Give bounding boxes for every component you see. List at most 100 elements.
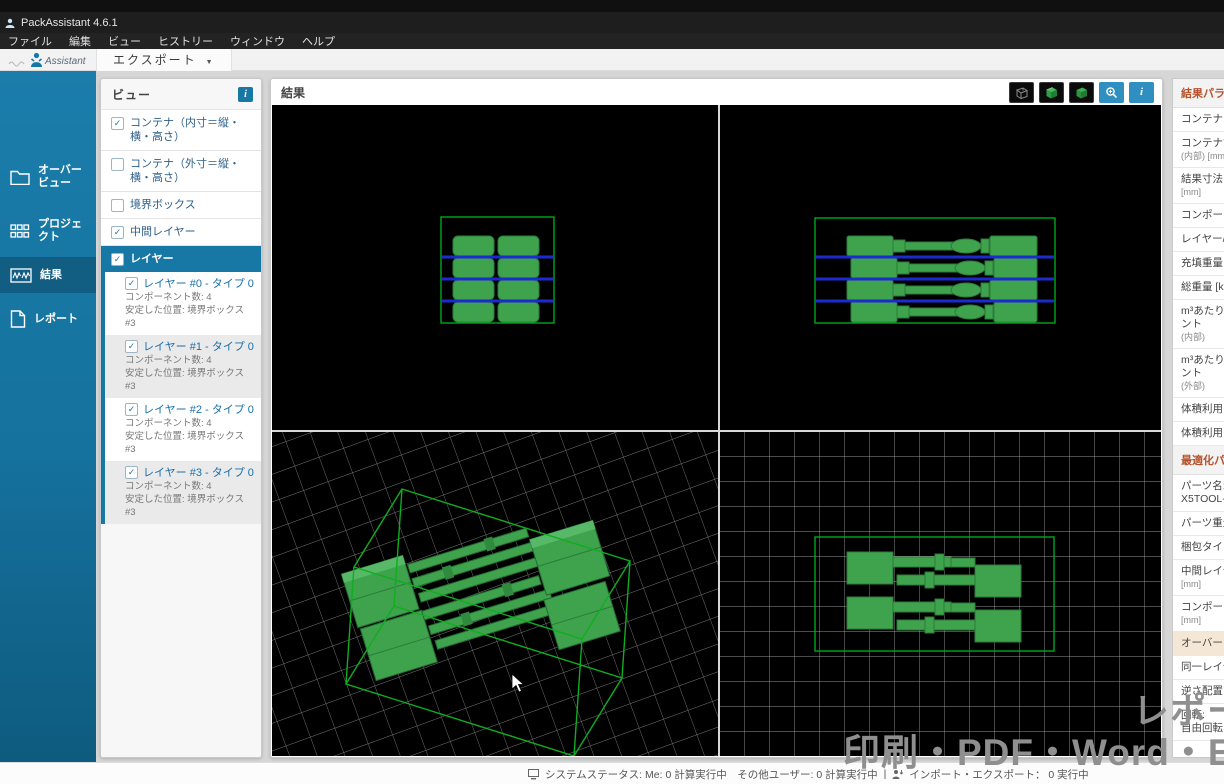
option-label: 中間レイヤー — [130, 226, 196, 238]
checkbox-checked[interactable] — [125, 403, 138, 416]
system-status-icon — [528, 768, 539, 779]
option-container-inner[interactable]: コンテナ（内寸＝縦・横・高さ） — [101, 109, 261, 150]
layer-components: コンポーネント数: 4 — [125, 355, 212, 366]
info-button[interactable]: i — [238, 86, 253, 102]
toolbar: Assistant エクスポート — [0, 48, 1224, 71]
layer-title: レイヤー #0 - タイプ 0 — [143, 278, 254, 290]
checkbox-checked[interactable] — [111, 226, 124, 239]
grid-icon — [10, 223, 30, 238]
menu-item-file[interactable]: ファイル — [8, 33, 52, 49]
app-logo: Assistant — [0, 52, 96, 67]
view-panel-header: ビュー i — [101, 79, 261, 109]
magnifier-icon — [1106, 86, 1118, 98]
menu-bar: ファイル 編集 ビュー ヒストリー ウィンドウ ヘルプ — [0, 33, 1224, 49]
status-bar: システムステータス: Me: 0 計算実行中 その他ユーザー: 0 計算実行中 … — [0, 762, 1224, 784]
viewport-side-view[interactable] — [719, 105, 1161, 430]
wireframe-view-button[interactable] — [1009, 81, 1034, 103]
layer-item-0[interactable]: レイヤー #0 - タイプ 0 コンポーネント数: 4 安定した位置: 境界ボッ… — [105, 272, 261, 335]
menu-item-history[interactable]: ヒストリー — [158, 33, 213, 49]
option-label: レイヤー — [130, 253, 174, 265]
viewport-divider-horizontal — [272, 430, 1161, 432]
results-header: 結果 i — [271, 79, 1162, 105]
results-parameters-header: 結果パラメータ — [1173, 79, 1224, 108]
layer-item-1[interactable]: レイヤー #1 - タイプ 0 コンポーネント数: 4 安定した位置: 境界ボッ… — [105, 335, 261, 398]
title-bar: PackAssistant 4.6.1 — [0, 12, 1224, 33]
sidebar-nav: オーバー ビュー プロジェ クト 結果 レポート — [0, 71, 96, 772]
layer-title: レイヤー #2 - タイプ 0 — [143, 404, 254, 416]
layer-item-2[interactable]: レイヤー #2 - タイプ 0 コンポーネント数: 4 安定した位置: 境界ボッ… — [105, 398, 261, 461]
import-export-user-icon — [892, 769, 904, 779]
status-system-text: システムステータス: Me: 0 計算実行中 その他ユーザー: 0 計算実行中 — [545, 768, 878, 781]
sidebar-label: 結果 — [40, 268, 62, 281]
param-row-layers-stacks: レイヤー/スタック — [1173, 228, 1224, 252]
option-label: コンテナ（外寸＝縦・横・高さ） — [130, 158, 240, 184]
checkbox-checked[interactable] — [125, 277, 138, 290]
sidebar-item-overview[interactable]: オーバー ビュー — [0, 155, 96, 199]
status-import-export-text: インポート・エクスポート： 0 実行中 — [909, 768, 1089, 781]
wireframe-cube-icon — [1015, 86, 1029, 99]
param-row-components-per-m3-outer: m³あたりのコンポーネント(外部) — [1173, 349, 1224, 398]
sidebar-item-report[interactable]: レポート — [0, 299, 96, 339]
results-title: 結果 — [281, 85, 306, 100]
opt-row-packing-type: 梱包タイプ — [1173, 536, 1224, 560]
viewport-info-button[interactable]: i — [1129, 81, 1154, 103]
option-container-outer[interactable]: コンテナ（外寸＝縦・横・高さ） — [101, 150, 261, 191]
viewport-perspective-view[interactable] — [272, 105, 1112, 756]
layer-list: レイヤー #0 - タイプ 0 コンポーネント数: 4 安定した位置: 境界ボッ… — [101, 272, 261, 524]
layer-components: コンポーネント数: 4 — [125, 481, 212, 492]
sidebar-label: プロジェ — [38, 218, 82, 230]
param-row-components-per-m3-inner: m³あたりのコンポーネント(内部) — [1173, 300, 1224, 349]
solid-view-button[interactable] — [1069, 81, 1094, 103]
sidebar-item-results[interactable]: 結果 — [0, 257, 96, 293]
checkbox-checked[interactable] — [111, 117, 124, 130]
layer-item-3[interactable]: レイヤー #3 - タイプ 0 コンポーネント数: 4 安定した位置: 境界ボッ… — [105, 461, 261, 524]
menu-item-window[interactable]: ウィンドウ — [230, 33, 285, 49]
results-card: 結果 i — [270, 78, 1163, 758]
top-strip — [0, 0, 1224, 12]
option-intermediate-layer[interactable]: 中間レイヤー — [101, 218, 261, 245]
option-label: コンテナ（内寸＝縦・横・高さ） — [130, 117, 240, 143]
status-bar-content: システムステータス: Me: 0 計算実行中 その他ユーザー: 0 計算実行中 … — [528, 763, 1089, 784]
opt-row-same-layer: 同一レイヤー — [1173, 656, 1224, 680]
sidebar-label: クト — [38, 231, 60, 243]
shaded-cube-icon — [1046, 86, 1057, 98]
checkbox-checked[interactable] — [125, 466, 138, 479]
sidebar-label: オーバー — [38, 164, 82, 176]
app-window: PackAssistant 4.6.1 ファイル 編集 ビュー ヒストリー ウィ… — [0, 0, 1224, 784]
checkbox-checked[interactable] — [111, 253, 124, 266]
sidebar-item-project[interactable]: プロジェ クト — [0, 209, 96, 253]
viewport-3d — [272, 105, 1161, 756]
window-title: PackAssistant 4.6.1 — [21, 16, 118, 29]
viewport-top-view[interactable] — [719, 431, 1161, 756]
checkbox-unchecked[interactable] — [111, 199, 124, 212]
opt-row-part-weight: パーツ重量 — [1173, 512, 1224, 536]
logo-script-icon — [8, 61, 25, 67]
checkbox-checked[interactable] — [125, 340, 138, 353]
optimization-parameters-header: 最適化パラメータ — [1173, 446, 1224, 475]
param-row-result-dims: 結果寸法 [mm] — [1173, 168, 1224, 204]
zoom-button[interactable] — [1099, 81, 1124, 103]
param-row-fill-weight: 充填重量 [kg] — [1173, 252, 1224, 276]
opt-row-overlap: オーバーラップ — [1173, 632, 1224, 656]
view-mode-buttons: i — [1009, 81, 1154, 103]
layer-position: 安定した位置: 境界ボックス #3 — [125, 431, 244, 455]
option-layer-selected[interactable]: レイヤー — [101, 245, 261, 272]
option-label: 境界ボックス — [130, 199, 196, 211]
checkbox-unchecked[interactable] — [111, 158, 124, 171]
option-bounding-box[interactable]: 境界ボックス — [101, 191, 261, 218]
layer-position: 安定した位置: 境界ボックス #3 — [125, 305, 244, 329]
parameters-panel: 結果パラメータ コンテナ コンテナ寸法(内部) [mm] 結果寸法[mm] コン… — [1172, 78, 1224, 758]
menu-item-edit[interactable]: 編集 — [69, 33, 91, 49]
shaded-view-button[interactable] — [1039, 81, 1064, 103]
logo-text: Assistant — [45, 56, 86, 67]
layer-position: 安定した位置: 境界ボックス #3 — [125, 494, 244, 518]
menu-item-view[interactable]: ビュー — [108, 33, 141, 49]
sidebar-label: レポート — [34, 312, 78, 325]
viewport-front-view[interactable] — [272, 105, 718, 430]
export-button[interactable]: エクスポート — [96, 48, 232, 71]
menu-item-help[interactable]: ヘルプ — [302, 33, 335, 49]
export-button-label: エクスポート — [113, 53, 197, 67]
opt-row-component: コンポーネント[mm] — [1173, 596, 1224, 632]
param-row-volume-use-inner: 体積利用（内部） — [1173, 398, 1224, 422]
logo-person-icon — [31, 52, 42, 67]
